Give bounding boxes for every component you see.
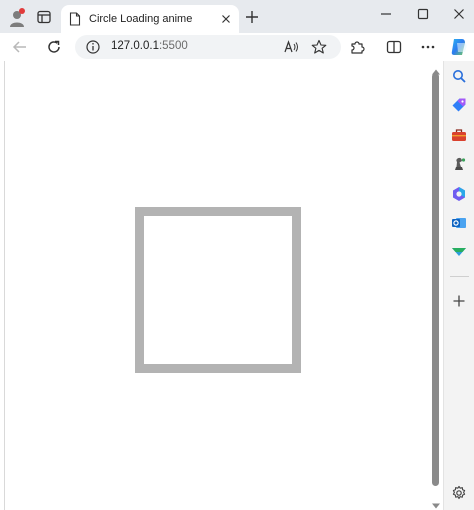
ellipsis-icon[interactable]	[420, 39, 436, 55]
sidebar-divider	[450, 276, 469, 277]
scrollbar-thumb[interactable]	[432, 73, 439, 486]
browser-toolbar: 127.0.0.1:5500	[0, 33, 474, 61]
close-icon[interactable]	[219, 12, 233, 26]
outlook-icon[interactable]	[451, 215, 467, 231]
notification-dot	[19, 8, 25, 14]
browser-titlebar: Circle Loading anime	[0, 0, 474, 33]
back-arrow-icon[interactable]	[12, 39, 28, 55]
minimize-icon[interactable]	[378, 6, 394, 22]
tab-active[interactable]: Circle Loading anime	[61, 5, 239, 33]
puzzle-icon[interactable]	[349, 39, 365, 55]
loading-square	[135, 207, 301, 373]
page-content	[4, 61, 430, 510]
profile-icon[interactable]	[7, 8, 29, 28]
tag-icon[interactable]	[451, 97, 467, 113]
split-screen-icon[interactable]	[386, 39, 402, 55]
read-aloud-icon[interactable]	[284, 39, 300, 55]
scroll-down-arrow-icon[interactable]	[431, 497, 441, 509]
reload-icon[interactable]	[46, 39, 62, 55]
search-icon[interactable]	[451, 68, 467, 84]
gear-icon[interactable]	[451, 485, 467, 501]
edge-sidebar	[443, 61, 474, 510]
url-port: :5500	[158, 40, 188, 52]
address-bar[interactable]: 127.0.0.1:5500	[75, 35, 341, 59]
toolbox-icon[interactable]	[451, 127, 467, 143]
url-host: 127.0.0.1	[111, 40, 159, 52]
plus-icon[interactable]	[451, 293, 467, 309]
info-icon[interactable]	[86, 40, 100, 54]
chess-icon[interactable]	[451, 156, 467, 172]
star-icon[interactable]	[311, 39, 327, 55]
scroll-up-arrow-icon[interactable]	[431, 63, 441, 75]
drop-icon[interactable]	[451, 244, 467, 260]
tab-title: Circle Loading anime	[89, 13, 193, 25]
plus-icon[interactable]	[244, 9, 260, 25]
m365-icon[interactable]	[451, 186, 467, 202]
copilot-icon[interactable]	[448, 36, 470, 58]
tab-actions-icon[interactable]	[36, 9, 52, 25]
window-close-icon[interactable]	[451, 6, 467, 22]
maximize-icon[interactable]	[415, 6, 431, 22]
url-text[interactable]: 127.0.0.1:5500	[111, 40, 188, 52]
page-icon	[69, 12, 81, 26]
